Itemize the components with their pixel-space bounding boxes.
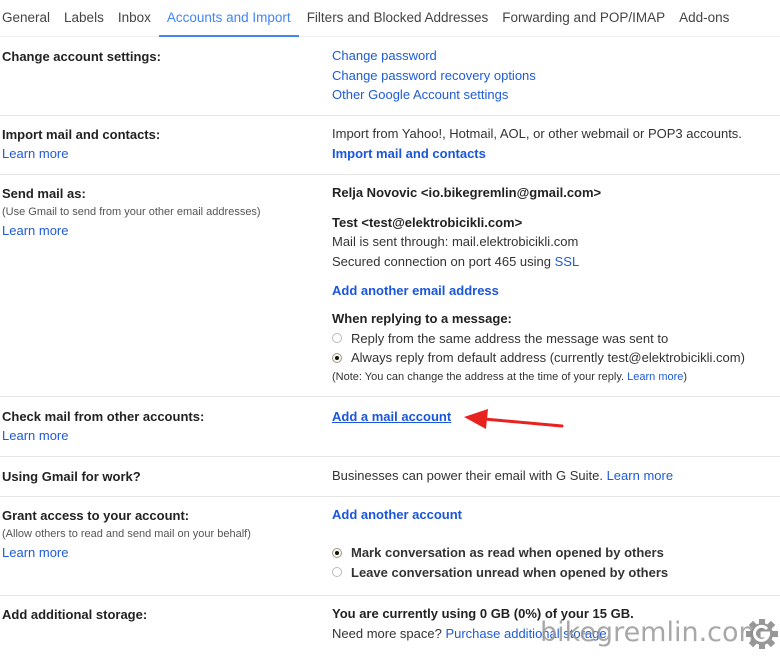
radio-label: Always reply from default address (curre… (351, 350, 745, 365)
tab-labels[interactable]: Labels (64, 0, 104, 37)
learn-more-link[interactable]: Learn more (2, 543, 251, 563)
radio-label: Reply from the same address the message … (351, 330, 669, 346)
section-import: Import mail and contacts: Learn more Imp… (0, 116, 780, 175)
secured-connection: Secured connection on port 465 using SSL (332, 252, 745, 272)
section-storage: Add additional storage: You are currentl… (0, 596, 780, 656)
storage-usage: You are currently using 0 GB (0%) of you… (332, 606, 634, 621)
tab-filters[interactable]: Filters and Blocked Addresses (307, 0, 489, 37)
section-label: Add additional storage: (2, 607, 148, 622)
work-text: Businesses can power their email with G … (332, 468, 607, 483)
section-check-mail: Check mail from other accounts: Learn mo… (0, 397, 780, 457)
radio-button-selected[interactable] (332, 352, 342, 363)
change-password-link[interactable]: Change password (332, 46, 536, 66)
section-change-account: Change account settings: Change password… (0, 37, 780, 116)
reply-note: (Note: You can change the address at the… (332, 368, 745, 388)
storage-need-more: Need more space? Purchase additional sto… (332, 624, 634, 644)
section-label: Grant access to your account: (2, 508, 190, 523)
learn-more-link[interactable]: Learn more (2, 144, 160, 164)
section-send-mail-as: Send mail as: (Use Gmail to send from yo… (0, 175, 780, 397)
note-text: (Note: You can change the address at the… (332, 370, 628, 383)
note-learn-more-link[interactable]: Learn more (627, 371, 683, 383)
tab-accounts-and-import[interactable]: Accounts and Import (158, 0, 299, 37)
leave-unread-option[interactable]: Leave conversation unread when opened by… (332, 563, 668, 583)
section-gmail-for-work: Using Gmail for work? Businesses can pow… (0, 457, 780, 497)
add-another-account-link[interactable]: Add another account (332, 505, 668, 524)
annotation-arrow-icon (464, 409, 564, 429)
add-email-address-link[interactable]: Add another email address (332, 281, 745, 300)
import-description: Import from Yahoo!, Hotmail, AOL, or oth… (332, 126, 742, 141)
g-suite-learn-more-link[interactable]: Learn more (607, 468, 673, 483)
need-more-text: Need more space? (332, 625, 446, 641)
gear-logo-icon (746, 619, 778, 649)
section-label: Send mail as: (2, 186, 86, 201)
section-grant-access: Grant access to your account: (Allow oth… (0, 497, 780, 596)
section-label: Using Gmail for work? (2, 469, 141, 484)
learn-more-link[interactable]: Learn more (2, 221, 261, 241)
add-mail-account-link[interactable]: Add a mail account (332, 407, 451, 426)
secured-text: Secured connection on port 465 using (332, 253, 555, 269)
tab-inbox[interactable]: Inbox (118, 0, 151, 37)
purchase-storage-link[interactable]: Purchase additional storage (445, 626, 606, 641)
reply-heading: When replying to a message: (332, 311, 512, 326)
section-sublabel: (Use Gmail to send from your other email… (2, 206, 261, 218)
radio-label: Leave conversation unread when opened by… (351, 564, 669, 580)
radio-label: Mark conversation as read when opened by… (351, 545, 664, 560)
section-label: Change account settings: (2, 49, 161, 64)
google-account-settings-link[interactable]: Other Google Account settings (332, 85, 536, 105)
reply-option-default-address[interactable]: Always reply from default address (curre… (332, 348, 745, 368)
radio-button[interactable] (332, 567, 342, 578)
learn-more-link[interactable]: Learn more (2, 426, 204, 446)
radio-button-selected[interactable] (332, 547, 342, 558)
change-recovery-link[interactable]: Change password recovery options (332, 66, 536, 86)
tab-forwarding[interactable]: Forwarding and POP/IMAP (502, 0, 665, 37)
secondary-address: Test <test@elektrobicikli.com> (332, 214, 523, 230)
tab-add-ons[interactable]: Add-ons (679, 0, 729, 37)
ssl-link[interactable]: SSL (555, 254, 580, 269)
section-sublabel: (Allow others to read and send mail on y… (2, 528, 251, 540)
radio-button[interactable] (332, 333, 342, 344)
section-label: Import mail and contacts: (2, 127, 161, 142)
section-label: Check mail from other accounts: (2, 409, 205, 424)
settings-tabs: General Labels Inbox Accounts and Import… (0, 0, 780, 37)
tab-general[interactable]: General (2, 0, 50, 37)
reply-option-same-address[interactable]: Reply from the same address the message … (332, 329, 745, 349)
import-mail-contacts-link[interactable]: Import mail and contacts (332, 144, 742, 163)
mark-read-option[interactable]: Mark conversation as read when opened by… (332, 543, 668, 563)
note-suffix: ) (683, 370, 688, 383)
work-description: Businesses can power their email with G … (332, 466, 673, 486)
primary-address: Relja Novovic <io.bikegremlin@gmail.com> (332, 185, 602, 200)
sent-through: Mail is sent through: mail.elektrobicikl… (332, 234, 579, 249)
